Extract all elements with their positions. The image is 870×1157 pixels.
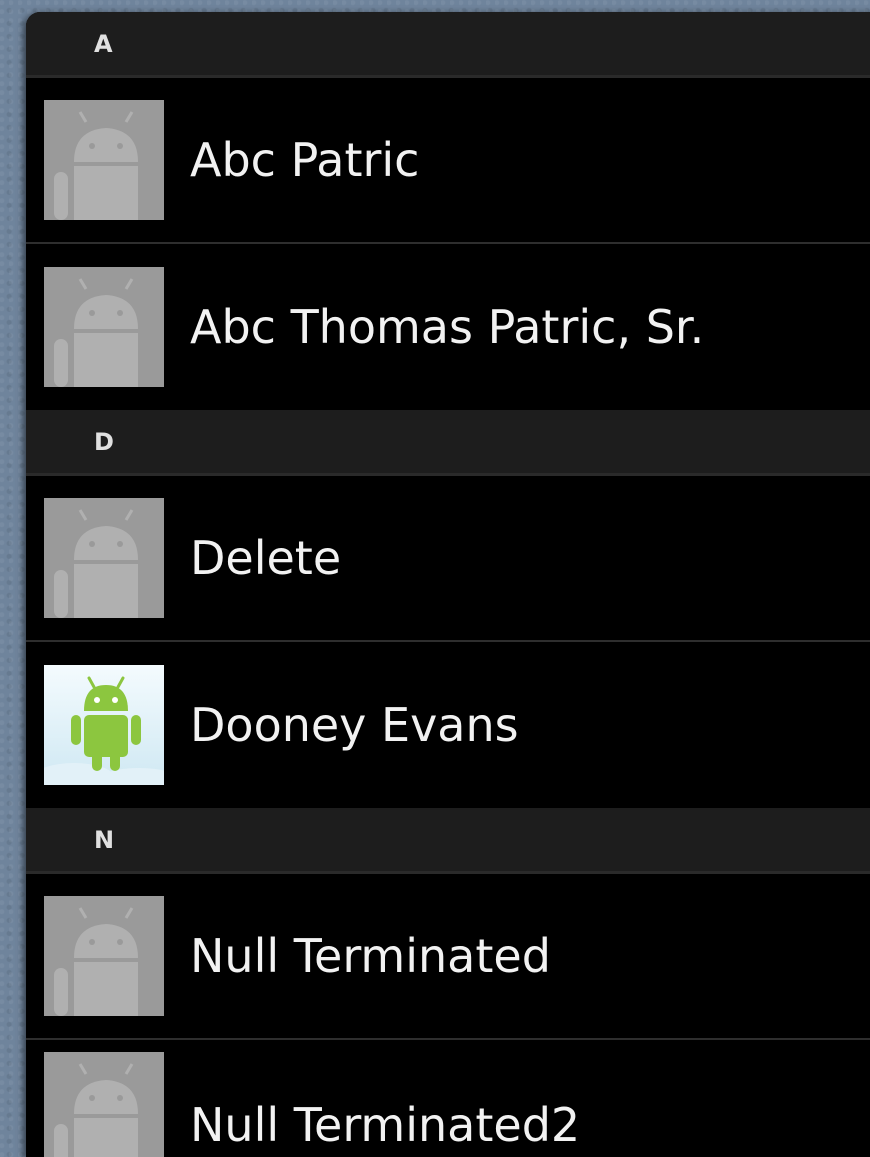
contact-name: Null Terminated2 (190, 1098, 581, 1152)
contacts-list: A Abc Patric Abc Thomas Patric, Sr. D De… (26, 12, 870, 1157)
section-header-a: A (26, 12, 870, 78)
contact-name: Null Terminated (190, 929, 551, 983)
default-android-avatar-icon (44, 1052, 164, 1157)
section-letter: D (94, 427, 114, 456)
section-header-d: D (26, 410, 870, 476)
contact-row[interactable]: Null Terminated2 (26, 1040, 870, 1157)
contact-row[interactable]: Delete (26, 476, 870, 642)
default-android-avatar-icon (44, 267, 164, 387)
default-android-avatar-icon (44, 100, 164, 220)
contact-name: Dooney Evans (190, 698, 519, 752)
contact-row[interactable]: Null Terminated (26, 874, 870, 1040)
green-android-avatar-icon (44, 665, 164, 785)
contact-row[interactable]: Abc Thomas Patric, Sr. (26, 244, 870, 410)
section-letter: A (94, 29, 113, 58)
section-letter: N (94, 825, 115, 854)
contact-name: Abc Thomas Patric, Sr. (190, 300, 705, 354)
section-header-n: N (26, 808, 870, 874)
contact-row[interactable]: Abc Patric (26, 78, 870, 244)
default-android-avatar-icon (44, 896, 164, 1016)
default-android-avatar-icon (44, 498, 164, 618)
contact-row[interactable]: Dooney Evans (26, 642, 870, 808)
contact-name: Delete (190, 531, 342, 585)
contact-name: Abc Patric (190, 133, 420, 187)
